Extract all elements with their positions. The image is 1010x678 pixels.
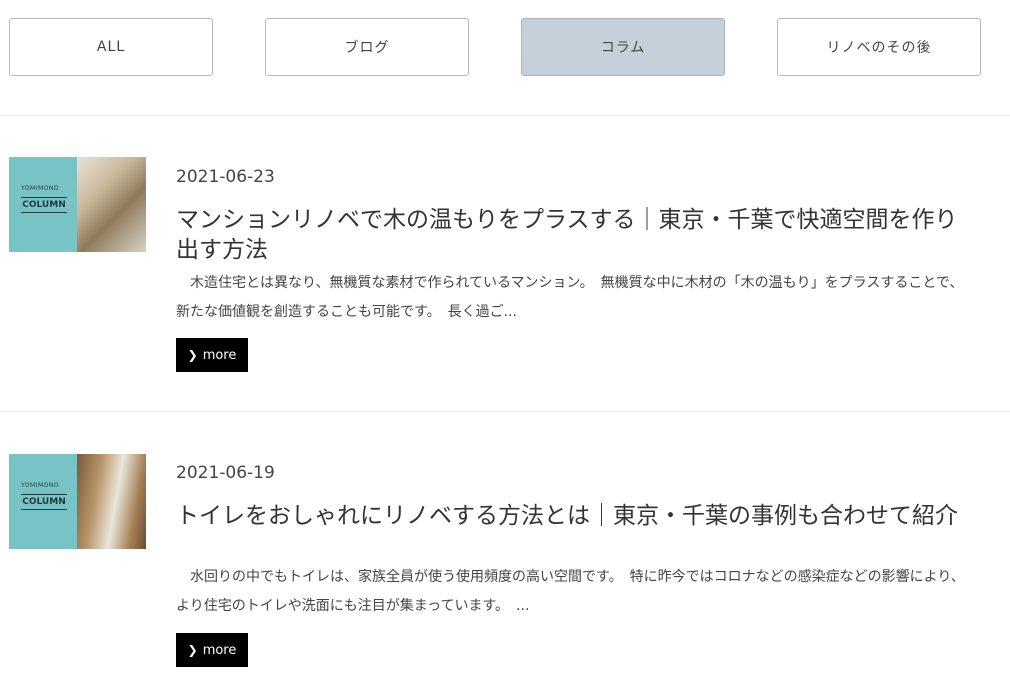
post-excerpt: 水回りの中でもトイレは、家族全員が使う使用頻度の高い空間です。 特に昨今ではコロ… bbox=[176, 569, 965, 614]
tab-column[interactable]: コラム bbox=[521, 18, 725, 76]
more-button[interactable]: ❯ more bbox=[176, 338, 248, 372]
thumbnail-photo bbox=[77, 454, 146, 549]
chevron-right-icon: ❯ bbox=[187, 348, 198, 362]
post-item: YOMIMONO COLUMN 2021-06-19 トイレをおしゃれにリノベす… bbox=[0, 413, 1010, 678]
post-excerpt: 木造住宅とは異なり、無機質な素材で作られているマンション。 無機質な中に木材の「… bbox=[176, 275, 964, 320]
category-tabs: ALL ブログ コラム リノベのその後 bbox=[0, 0, 1010, 116]
post-thumbnail[interactable]: YOMIMONO COLUMN bbox=[9, 157, 146, 252]
badge-main-text: COLUMN bbox=[21, 197, 67, 213]
post-date: 2021-06-19 bbox=[176, 463, 275, 483]
post-title[interactable]: マンションリノベで木の温もりをプラスする｜東京・千葉で快適空間を作り出す方法 bbox=[176, 205, 976, 265]
column-badge: YOMIMONO COLUMN bbox=[9, 157, 77, 252]
badge-small-text: YOMIMONO bbox=[21, 185, 60, 192]
post-date: 2021-06-23 bbox=[176, 167, 275, 187]
more-button[interactable]: ❯ more bbox=[176, 633, 248, 667]
post-item: YOMIMONO COLUMN 2021-06-23 マンションリノベで木の温も… bbox=[0, 117, 1010, 412]
more-label: more bbox=[202, 347, 237, 363]
badge-main-text: COLUMN bbox=[21, 494, 67, 510]
more-label: more bbox=[202, 642, 237, 658]
post-title[interactable]: トイレをおしゃれにリノベする方法とは｜東京・千葉の事例も合わせて紹介 bbox=[176, 501, 976, 531]
thumbnail-photo bbox=[77, 157, 146, 252]
tab-all[interactable]: ALL bbox=[9, 18, 213, 76]
column-badge: YOMIMONO COLUMN bbox=[9, 454, 77, 549]
badge-small-text: YOMIMONO bbox=[21, 482, 60, 489]
tab-after-renovation[interactable]: リノベのその後 bbox=[777, 18, 981, 76]
chevron-right-icon: ❯ bbox=[187, 643, 198, 657]
post-thumbnail[interactable]: YOMIMONO COLUMN bbox=[9, 454, 146, 549]
tab-blog[interactable]: ブログ bbox=[265, 18, 469, 76]
